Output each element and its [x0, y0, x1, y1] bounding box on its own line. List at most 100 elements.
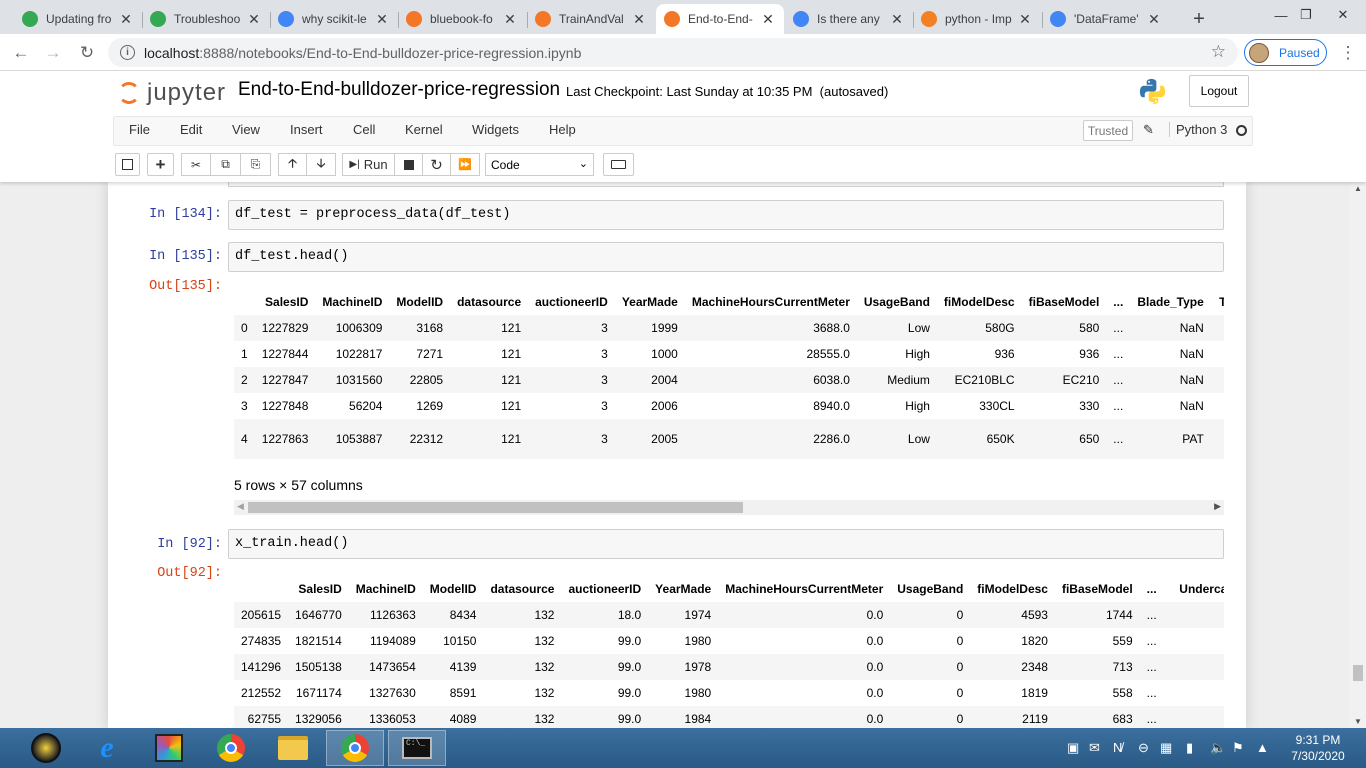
scrollbar-thumb[interactable]: [248, 502, 743, 513]
python-logo-icon: [1139, 78, 1166, 105]
jupyter-logo[interactable]: jupyter: [118, 79, 226, 107]
menu-widgets[interactable]: Widgets: [472, 122, 519, 137]
browser-tab[interactable]: why scikit-le ✕: [270, 4, 398, 34]
scroll-right-arrow-icon[interactable]: ▶: [1214, 501, 1221, 512]
tray-battery-icon[interactable]: ▮: [1186, 740, 1193, 756]
menu-help[interactable]: Help: [549, 122, 576, 137]
tray-grid-icon[interactable]: ▦: [1160, 740, 1172, 756]
browser-tab[interactable]: Is there any ✕: [785, 4, 913, 34]
code-cell-input[interactable]: df_test.head(): [228, 242, 1224, 272]
notebook-scroll-area[interactable]: In [134]: df_test = preprocess_data(df_t…: [0, 182, 1350, 728]
back-button[interactable]: ←: [8, 40, 34, 66]
close-tab-icon[interactable]: ✕: [246, 11, 262, 28]
copy-cells-button[interactable]: ⧉: [210, 153, 241, 176]
table-cell: 1126363: [369, 608, 416, 622]
browser-tab[interactable]: TrainAndVal ✕: [527, 4, 655, 34]
save-button[interactable]: [115, 153, 140, 176]
close-tab-icon[interactable]: ✕: [118, 11, 134, 28]
trusted-indicator[interactable]: Trusted: [1083, 120, 1133, 141]
table-cell: 580: [1079, 321, 1100, 335]
code-cell-input[interactable]: x_train.head(): [228, 529, 1224, 559]
horizontal-scrollbar[interactable]: ◀ ▶: [234, 500, 1224, 515]
code-cell-input[interactable]: df_test = preprocess_data(df_test): [228, 200, 1224, 230]
browser-tab[interactable]: End-to-End- ✕: [656, 4, 784, 34]
close-tab-icon[interactable]: ✕: [374, 11, 390, 28]
tab-title: Updating fro: [46, 12, 112, 26]
interrupt-kernel-button[interactable]: [394, 153, 423, 176]
table-cell: [1164, 628, 1224, 654]
scroll-down-arrow-icon[interactable]: ▼: [1354, 717, 1362, 726]
tray-minus-icon[interactable]: ⊖: [1138, 740, 1149, 756]
close-tab-icon[interactable]: ✕: [631, 11, 647, 28]
close-window-button[interactable]: ✕: [1320, 0, 1366, 30]
tray-chat-icon[interactable]: ✉: [1089, 740, 1100, 756]
menu-file[interactable]: File: [129, 122, 150, 137]
address-bar[interactable]: i localhost:8888/notebooks/End-to-End-bu…: [108, 38, 1238, 67]
scroll-up-arrow-icon[interactable]: ▲: [1354, 184, 1362, 193]
close-tab-icon[interactable]: ✕: [502, 11, 518, 28]
scroll-left-arrow-icon[interactable]: ◀: [237, 501, 244, 512]
tray-network-icon[interactable]: ▲: [1256, 740, 1269, 755]
browser-tab[interactable]: bluebook-fo ✕: [398, 4, 526, 34]
scrollbar-thumb[interactable]: [1353, 665, 1363, 681]
profile-paused-button[interactable]: Paused: [1244, 39, 1327, 66]
page-vertical-scrollbar[interactable]: ▲ ▼: [1350, 182, 1366, 728]
table-cell: 330CL: [979, 399, 1015, 413]
bookmark-star-icon[interactable]: ☆: [1211, 42, 1226, 62]
table-cell: 1194089: [369, 634, 416, 648]
taskbar-chrome[interactable]: [202, 730, 260, 766]
restart-kernel-button[interactable]: ↻: [422, 153, 451, 176]
clock-date: 7/30/2020: [1291, 749, 1345, 763]
notebook-title[interactable]: End-to-End-bulldozer-price-regression: [238, 79, 560, 101]
close-tab-icon[interactable]: ✕: [1146, 11, 1162, 28]
site-info-icon[interactable]: i: [120, 45, 135, 60]
table-cell: 650K: [986, 432, 1015, 446]
taskbar-clock[interactable]: 9:31 PM 7/30/2020: [1278, 732, 1358, 764]
taskbar-internet-explorer[interactable]: e: [78, 730, 136, 766]
tray-language-icon[interactable]: N̸: [1113, 740, 1122, 755]
insert-cell-below-button[interactable]: +: [147, 153, 174, 176]
reload-button[interactable]: ↻: [74, 40, 100, 66]
menu-kernel[interactable]: Kernel: [405, 122, 443, 137]
command-palette-button[interactable]: [603, 153, 634, 176]
logout-button[interactable]: Logout: [1189, 75, 1249, 107]
browser-menu-button[interactable]: ⋮: [1335, 40, 1361, 66]
table-cell: 99.0: [617, 634, 642, 648]
forward-button[interactable]: →: [40, 40, 66, 66]
table-cell: 121: [501, 347, 522, 361]
browser-tab[interactable]: 'DataFrame' ✕: [1042, 4, 1170, 34]
move-cell-down-button[interactable]: 🡣: [306, 153, 336, 176]
taskbar-chrome-active[interactable]: [326, 730, 384, 766]
browser-tab[interactable]: Updating fro ✕: [14, 4, 142, 34]
restart-run-all-button[interactable]: ⏩: [450, 153, 480, 176]
previous-cell-edge: [228, 182, 1224, 187]
close-tab-icon[interactable]: ✕: [889, 11, 905, 28]
menu-view[interactable]: View: [232, 122, 260, 137]
browser-tab[interactable]: python - Imp ✕: [913, 4, 1041, 34]
taskbar-file-explorer[interactable]: [264, 730, 322, 766]
browser-tab[interactable]: Troubleshoo ✕: [142, 4, 270, 34]
dataframe-output: SalesID MachineID ModelID datasource auction…: [234, 289, 1224, 461]
taskbar-app-launcher[interactable]: [140, 730, 198, 766]
new-tab-button[interactable]: +: [1182, 4, 1216, 34]
close-tab-icon[interactable]: ✕: [1017, 11, 1033, 28]
tray-app-icon[interactable]: ▣: [1067, 740, 1079, 756]
tray-volume-icon[interactable]: 🔈: [1210, 740, 1226, 756]
cell-type-select[interactable]: Code ⌄: [485, 153, 594, 176]
tray-flag-icon[interactable]: ⚑: [1232, 740, 1244, 756]
run-cell-button[interactable]: ▶| Run: [342, 153, 395, 176]
keyboard-icon: [611, 160, 626, 169]
menu-cell[interactable]: Cell: [353, 122, 375, 137]
start-button[interactable]: [17, 730, 75, 766]
paste-cells-button[interactable]: ⎘: [240, 153, 271, 176]
close-tab-icon[interactable]: ✕: [760, 11, 776, 28]
menu-insert[interactable]: Insert: [290, 122, 323, 137]
cut-cells-button[interactable]: ✂: [181, 153, 211, 176]
column-header: datasource: [490, 582, 555, 596]
kernel-name[interactable]: Python 3: [1169, 122, 1227, 137]
menu-edit[interactable]: Edit: [180, 122, 202, 137]
taskbar-command-prompt[interactable]: C:\_: [388, 730, 446, 766]
table-cell: 1227863: [261, 432, 309, 446]
output-prompt: Out[92]:: [157, 566, 222, 581]
move-cell-up-button[interactable]: 🡡: [278, 153, 307, 176]
